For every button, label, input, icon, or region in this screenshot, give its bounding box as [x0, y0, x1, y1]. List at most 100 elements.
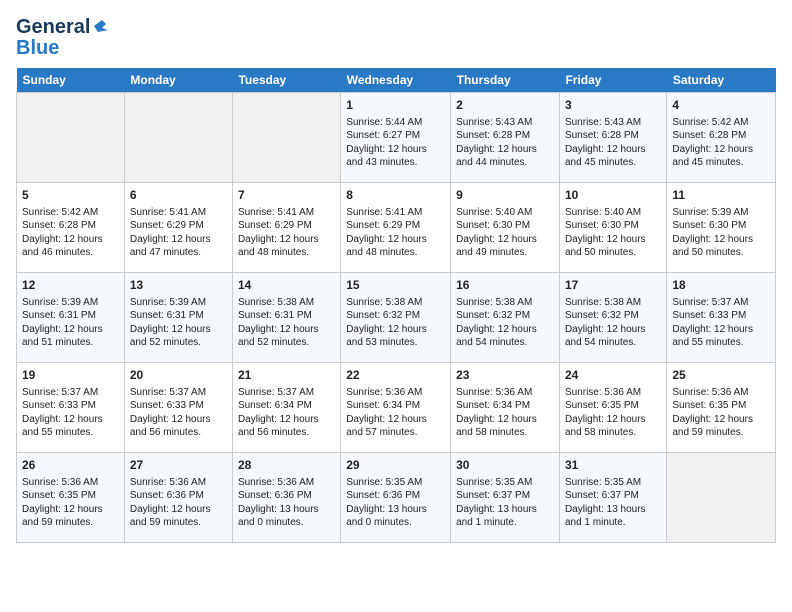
- day-number: 30: [456, 457, 554, 474]
- calendar-cell: 27Sunrise: 5:36 AMSunset: 6:36 PMDayligh…: [124, 453, 232, 543]
- day-info: Sunset: 6:35 PM: [22, 489, 119, 503]
- day-number: 8: [346, 187, 445, 204]
- day-number: 14: [238, 277, 335, 294]
- logo-bird-icon: [92, 16, 108, 36]
- day-info: Sunrise: 5:37 AM: [130, 386, 227, 400]
- day-info: and 57 minutes.: [346, 426, 445, 440]
- day-info: Daylight: 12 hours: [565, 143, 661, 157]
- day-info: Sunrise: 5:36 AM: [238, 476, 335, 490]
- day-info: and 59 minutes.: [672, 426, 770, 440]
- day-info: Sunrise: 5:36 AM: [346, 386, 445, 400]
- day-info: Daylight: 12 hours: [672, 233, 770, 247]
- day-number: 2: [456, 97, 554, 114]
- week-row-3: 12Sunrise: 5:39 AMSunset: 6:31 PMDayligh…: [17, 273, 776, 363]
- day-info: Sunset: 6:34 PM: [456, 399, 554, 413]
- calendar-cell: 23Sunrise: 5:36 AMSunset: 6:34 PMDayligh…: [451, 363, 560, 453]
- day-info: and 54 minutes.: [456, 336, 554, 350]
- day-info: and 47 minutes.: [130, 246, 227, 260]
- day-info: Sunrise: 5:37 AM: [238, 386, 335, 400]
- day-info: Sunset: 6:36 PM: [130, 489, 227, 503]
- calendar-cell: 5Sunrise: 5:42 AMSunset: 6:28 PMDaylight…: [17, 183, 125, 273]
- day-info: Sunrise: 5:37 AM: [672, 296, 770, 310]
- day-info: Daylight: 12 hours: [456, 143, 554, 157]
- day-number: 20: [130, 367, 227, 384]
- day-info: and 53 minutes.: [346, 336, 445, 350]
- day-info: Sunset: 6:33 PM: [672, 309, 770, 323]
- calendar-cell: 30Sunrise: 5:35 AMSunset: 6:37 PMDayligh…: [451, 453, 560, 543]
- day-info: Sunset: 6:28 PM: [456, 129, 554, 143]
- day-info: and 45 minutes.: [565, 156, 661, 170]
- day-info: Sunset: 6:29 PM: [346, 219, 445, 233]
- day-info: Sunset: 6:29 PM: [130, 219, 227, 233]
- day-number: 1: [346, 97, 445, 114]
- day-info: Daylight: 12 hours: [456, 233, 554, 247]
- calendar-cell: 19Sunrise: 5:37 AMSunset: 6:33 PMDayligh…: [17, 363, 125, 453]
- day-info: and 46 minutes.: [22, 246, 119, 260]
- day-info: Daylight: 13 hours: [238, 503, 335, 517]
- day-info: Sunset: 6:31 PM: [238, 309, 335, 323]
- day-info: and 55 minutes.: [22, 426, 119, 440]
- day-header-row: SundayMondayTuesdayWednesdayThursdayFrid…: [17, 68, 776, 93]
- logo: General Blue: [16, 16, 90, 60]
- day-number: 31: [565, 457, 661, 474]
- day-info: and 43 minutes.: [346, 156, 445, 170]
- day-info: Daylight: 12 hours: [238, 413, 335, 427]
- day-info: Sunrise: 5:42 AM: [672, 116, 770, 130]
- day-info: Daylight: 13 hours: [346, 503, 445, 517]
- day-number: 28: [238, 457, 335, 474]
- day-info: Sunset: 6:30 PM: [565, 219, 661, 233]
- calendar-cell: 8Sunrise: 5:41 AMSunset: 6:29 PMDaylight…: [341, 183, 451, 273]
- calendar-cell: [17, 93, 125, 183]
- day-number: 18: [672, 277, 770, 294]
- day-info: Sunset: 6:36 PM: [238, 489, 335, 503]
- day-info: Sunset: 6:32 PM: [565, 309, 661, 323]
- day-number: 13: [130, 277, 227, 294]
- day-info: Daylight: 13 hours: [456, 503, 554, 517]
- day-info: Daylight: 12 hours: [22, 503, 119, 517]
- day-info: and 59 minutes.: [130, 516, 227, 530]
- day-info: Sunrise: 5:39 AM: [130, 296, 227, 310]
- day-info: Daylight: 12 hours: [238, 323, 335, 337]
- day-info: Sunset: 6:31 PM: [22, 309, 119, 323]
- calendar-cell: 2Sunrise: 5:43 AMSunset: 6:28 PMDaylight…: [451, 93, 560, 183]
- day-info: and 56 minutes.: [130, 426, 227, 440]
- day-info: and 52 minutes.: [238, 336, 335, 350]
- day-info: Sunrise: 5:44 AM: [346, 116, 445, 130]
- calendar-cell: 25Sunrise: 5:36 AMSunset: 6:35 PMDayligh…: [667, 363, 776, 453]
- calendar-cell: 14Sunrise: 5:38 AMSunset: 6:31 PMDayligh…: [232, 273, 340, 363]
- calendar-cell: 16Sunrise: 5:38 AMSunset: 6:32 PMDayligh…: [451, 273, 560, 363]
- day-info: Daylight: 12 hours: [346, 143, 445, 157]
- calendar-table: SundayMondayTuesdayWednesdayThursdayFrid…: [16, 68, 776, 543]
- day-info: and 56 minutes.: [238, 426, 335, 440]
- day-info: Sunrise: 5:38 AM: [346, 296, 445, 310]
- day-info: Sunset: 6:32 PM: [346, 309, 445, 323]
- day-header-friday: Friday: [559, 68, 666, 93]
- day-info: Sunset: 6:35 PM: [672, 399, 770, 413]
- day-number: 21: [238, 367, 335, 384]
- day-info: Sunset: 6:30 PM: [672, 219, 770, 233]
- day-info: Sunrise: 5:38 AM: [456, 296, 554, 310]
- day-info: Daylight: 12 hours: [672, 143, 770, 157]
- day-info: Sunset: 6:30 PM: [456, 219, 554, 233]
- calendar-cell: 3Sunrise: 5:43 AMSunset: 6:28 PMDaylight…: [559, 93, 666, 183]
- day-info: Sunset: 6:32 PM: [456, 309, 554, 323]
- day-info: Daylight: 12 hours: [346, 233, 445, 247]
- day-number: 3: [565, 97, 661, 114]
- day-info: Daylight: 12 hours: [130, 323, 227, 337]
- day-info: Sunrise: 5:37 AM: [22, 386, 119, 400]
- calendar-cell: 26Sunrise: 5:36 AMSunset: 6:35 PMDayligh…: [17, 453, 125, 543]
- day-info: Sunset: 6:37 PM: [565, 489, 661, 503]
- day-info: Sunset: 6:27 PM: [346, 129, 445, 143]
- day-info: Sunrise: 5:39 AM: [672, 206, 770, 220]
- day-header-sunday: Sunday: [17, 68, 125, 93]
- calendar-cell: 11Sunrise: 5:39 AMSunset: 6:30 PMDayligh…: [667, 183, 776, 273]
- calendar-cell: 29Sunrise: 5:35 AMSunset: 6:36 PMDayligh…: [341, 453, 451, 543]
- week-row-2: 5Sunrise: 5:42 AMSunset: 6:28 PMDaylight…: [17, 183, 776, 273]
- day-info: Sunrise: 5:38 AM: [565, 296, 661, 310]
- calendar-cell: 9Sunrise: 5:40 AMSunset: 6:30 PMDaylight…: [451, 183, 560, 273]
- day-number: 16: [456, 277, 554, 294]
- day-number: 4: [672, 97, 770, 114]
- day-info: Sunset: 6:31 PM: [130, 309, 227, 323]
- day-info: and 58 minutes.: [565, 426, 661, 440]
- day-info: Daylight: 12 hours: [565, 413, 661, 427]
